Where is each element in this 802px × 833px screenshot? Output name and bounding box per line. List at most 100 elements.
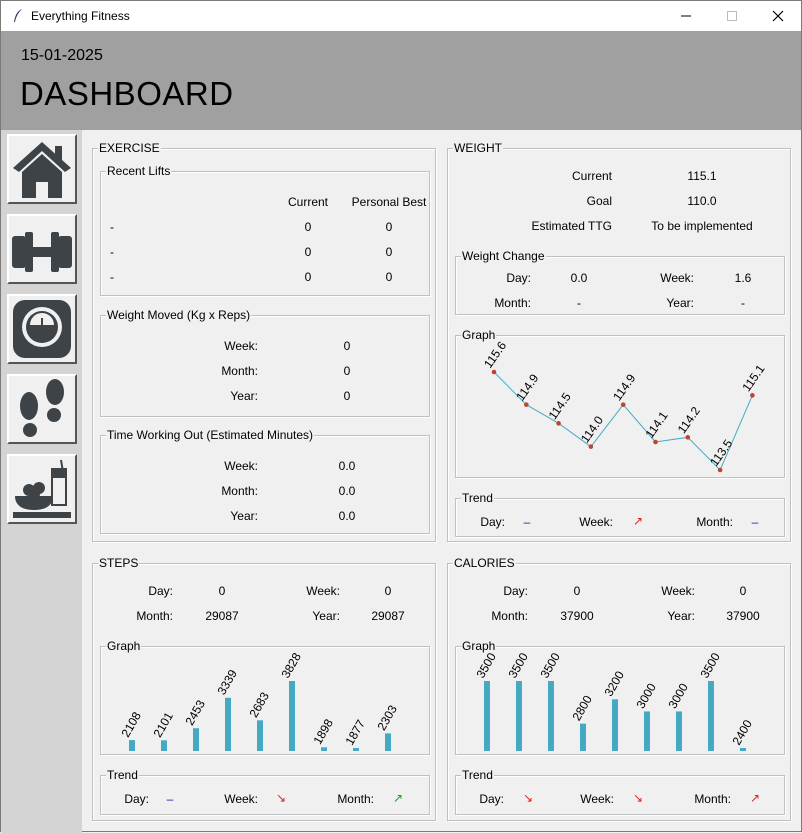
calories-bar (708, 681, 714, 751)
day-label: Day: (503, 584, 528, 598)
lift-best: 0 (385, 220, 393, 234)
steps-bar (161, 740, 167, 751)
weight-change-title: Weight Change (461, 249, 546, 263)
steps-bar-label: 2453 (182, 697, 208, 727)
title-bar: Everything Fitness (1, 1, 801, 31)
calories-bar (484, 681, 490, 751)
steps-bar (257, 720, 263, 751)
app-window: Everything Fitness 15-01-2025 DASHBOARD (0, 0, 802, 833)
minimize-icon (681, 15, 691, 17)
calories-bar (516, 681, 522, 751)
week-value: 0.0 (338, 459, 356, 473)
month-value: 37900 (560, 609, 594, 623)
weight-data-label: 114.5 (546, 390, 574, 422)
week-label: Week: (224, 339, 258, 353)
home-icon (13, 142, 71, 198)
day-label: Day: (506, 271, 531, 285)
steps-bar-label: 2303 (374, 702, 400, 732)
calories-bar (548, 681, 554, 751)
steps-bar-label: 1877 (342, 717, 368, 747)
calories-bar-label: 2800 (569, 693, 595, 723)
week-label: Week: (306, 584, 340, 598)
weight-line-chart: 115.6114.9114.5114.0114.9114.1 114.2113.5… (481, 340, 768, 473)
trend-month-label: Month: (696, 515, 733, 529)
steps-bar (193, 728, 199, 751)
week-value: 1.6 (734, 271, 752, 285)
month-value: 0.0 (338, 484, 356, 498)
weight-data-label: 114.9 (513, 371, 541, 403)
steps-bar (225, 697, 231, 751)
close-button[interactable] (755, 1, 801, 31)
lift-name: - (110, 220, 114, 234)
day-value: 0 (218, 584, 226, 598)
calories-bar-label: 3500 (473, 650, 499, 680)
col-current-header: Current (287, 195, 329, 209)
weight-data-label: 114.9 (610, 371, 638, 403)
year-value: - (741, 296, 745, 310)
calories-bar-label: 3500 (537, 650, 563, 680)
year-label: Year: (667, 609, 695, 623)
time-working-frame: Time Working Out (Estimated Minutes) Wee… (100, 428, 430, 534)
steps-bar-label: 3339 (214, 667, 240, 697)
nav-exercise-button[interactable] (7, 214, 77, 284)
year-label: Year: (312, 609, 340, 623)
maximize-icon (727, 11, 737, 21)
calories-bar-label: 3500 (697, 650, 723, 680)
calories-bar-label: 3200 (601, 668, 627, 698)
sidebar (1, 130, 82, 833)
exercise-title: EXERCISE (98, 141, 161, 155)
footprints-icon (20, 379, 64, 437)
exercise-frame: EXERCISE Recent Lifts Current Personal B… (92, 141, 436, 542)
month-value: - (577, 296, 581, 310)
week-label: Week: (660, 271, 694, 285)
year-label: Year: (666, 296, 694, 310)
weight-moved-frame: Weight Moved (Kg x Reps) Week: 0 Month: … (100, 308, 430, 417)
week-label: Week: (661, 584, 695, 598)
nav-nutrition-button[interactable] (7, 454, 77, 524)
feather-icon (14, 9, 22, 22)
steps-bar (353, 748, 359, 751)
week-label: Week: (224, 459, 258, 473)
goal-weight-value: 110.0 (687, 194, 717, 208)
month-label: Month: (491, 609, 528, 623)
steps-frame: STEPS Day: 0 Week: 0 Month: 29087 Year: … (92, 556, 436, 821)
month-value: 29087 (205, 609, 239, 623)
week-value: 0 (739, 584, 747, 598)
steps-bar-label: 2683 (246, 689, 272, 719)
recent-lifts-title: Recent Lifts (106, 164, 172, 178)
trend-day-label: Day: (479, 792, 504, 806)
steps-bar-chart: 2108 2101 2453333926833828 1898 1877 2303 (118, 650, 400, 751)
weight-moved-title: Weight Moved (Kg x Reps) (106, 308, 252, 322)
steps-bar-label: 2108 (118, 709, 144, 739)
minimize-button[interactable] (663, 1, 709, 31)
nav-weight-button[interactable] (7, 294, 77, 364)
year-label: Year: (230, 509, 258, 523)
weight-change-frame: Weight Change Day: 0.0 Week: 1.6 Month: … (455, 249, 785, 315)
trend-week-arrow-icon: ↗ (632, 514, 644, 528)
steps-bar (129, 740, 135, 751)
dumbbell-icon (12, 232, 72, 272)
trend-month-label: Month: (694, 792, 731, 806)
trend-day-indicator: – (523, 515, 531, 529)
steps-bar (385, 733, 391, 751)
trend-week-label: Week: (224, 792, 258, 806)
calories-bar-chart: 3500 3500 350028003200 3000 300035002400 (473, 650, 755, 751)
steps-bar (321, 747, 327, 751)
lift-current: 0 (304, 245, 312, 259)
calories-trend-title: Trend (461, 768, 494, 782)
nav-steps-button[interactable] (7, 374, 77, 444)
day-value: 0.0 (570, 271, 588, 285)
current-date: 15-01-2025 (21, 47, 103, 64)
calories-bar-label: 3000 (665, 681, 691, 711)
goal-weight-label: Goal (586, 194, 612, 208)
calories-bar (740, 748, 746, 751)
steps-title: STEPS (98, 556, 140, 570)
lift-best: 0 (385, 270, 393, 284)
maximize-button[interactable] (709, 1, 755, 31)
calories-bar (676, 711, 682, 751)
calories-bar (644, 711, 650, 751)
nav-home-button[interactable] (7, 134, 77, 204)
calories-bar-label: 3000 (633, 681, 659, 711)
weight-data-label: 114.2 (675, 404, 703, 436)
food-icon (13, 459, 71, 518)
